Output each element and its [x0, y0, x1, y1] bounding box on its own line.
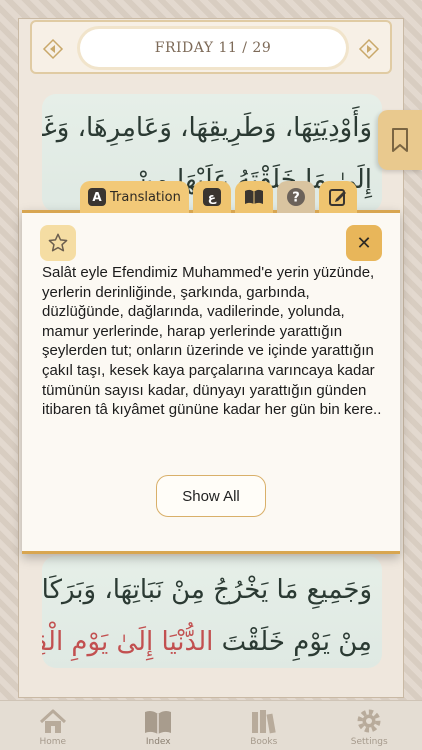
translation-icon: A	[88, 188, 106, 206]
bookmark-button[interactable]	[378, 110, 422, 170]
nav-settings[interactable]: Settings	[329, 700, 409, 750]
show-all-button[interactable]: Show All	[156, 475, 266, 517]
arabic-letter-icon: ع	[202, 188, 221, 206]
date-label: FRIDAY 11 / 29	[80, 29, 346, 67]
previous-day-button[interactable]	[40, 36, 66, 62]
translation-text: Salât eyle Efendimiz Muhammed'e yerin yü…	[42, 264, 382, 419]
svg-text:?: ?	[292, 191, 300, 206]
tab-help[interactable]: ?	[276, 181, 315, 213]
arabic-text-panel-bottom[interactable]: وَجَمِيعِ مَا يَخْرُجُ مِنْ نَبَاتِهَا، …	[42, 556, 382, 668]
tab-translation[interactable]: A Translation	[80, 181, 189, 213]
nav-home-label: Home	[39, 737, 67, 747]
tab-arabic[interactable]: ع	[192, 181, 231, 213]
tab-read[interactable]	[234, 181, 273, 213]
nav-home[interactable]: Home	[13, 700, 93, 750]
arabic-line-part: مِنْ يَوْمِ خَلَقْتَ	[221, 627, 372, 657]
date-header: FRIDAY 11 / 29	[30, 20, 392, 74]
bookmark-icon	[392, 128, 408, 152]
chevron-left-icon	[42, 38, 64, 60]
nav-books-label: Books	[250, 737, 278, 747]
tab-bar: A Translation ع ?	[80, 181, 357, 213]
close-icon: ✕	[356, 232, 372, 254]
books-icon	[251, 710, 276, 734]
chevron-right-icon	[358, 38, 380, 60]
nav-index-label: Index	[145, 737, 171, 747]
arabic-highlight: الدُّنْيَا إِلَىٰ يَوْمِ الْقِيَامَةِ	[42, 627, 214, 657]
star-icon	[48, 233, 68, 252]
tab-note[interactable]	[318, 181, 357, 213]
nav-index[interactable]: Index	[118, 700, 198, 750]
open-book-icon	[244, 189, 263, 204]
tab-translation-label: Translation	[110, 189, 181, 205]
favorite-button[interactable]	[40, 225, 76, 261]
close-button[interactable]: ✕	[346, 225, 382, 261]
help-icon: ?	[286, 188, 305, 206]
home-icon	[39, 709, 66, 733]
next-day-button[interactable]	[356, 36, 382, 62]
arabic-line: وَجَمِيعِ مَا يَخْرُجُ مِنْ نَبَاتِهَا، …	[42, 575, 372, 605]
bottom-nav: Home Index Books Settings	[0, 700, 422, 750]
edit-note-icon	[328, 189, 346, 206]
nav-settings-label: Settings	[350, 737, 388, 747]
nav-books[interactable]: Books	[224, 700, 304, 750]
book-icon	[145, 710, 172, 734]
translation-popup: ✕ Salât eyle Efendimiz Muhammed'e yerin …	[22, 210, 400, 554]
arabic-line: مِنْ يَوْمِ خَلَقْتَ الدُّنْيَا إِلَىٰ ي…	[42, 616, 372, 668]
arabic-line: وَأَوْدِيَتِهَا، وَطَرِيقِهَا، وَعَامِرِ…	[42, 113, 372, 143]
gear-icon	[357, 709, 381, 733]
